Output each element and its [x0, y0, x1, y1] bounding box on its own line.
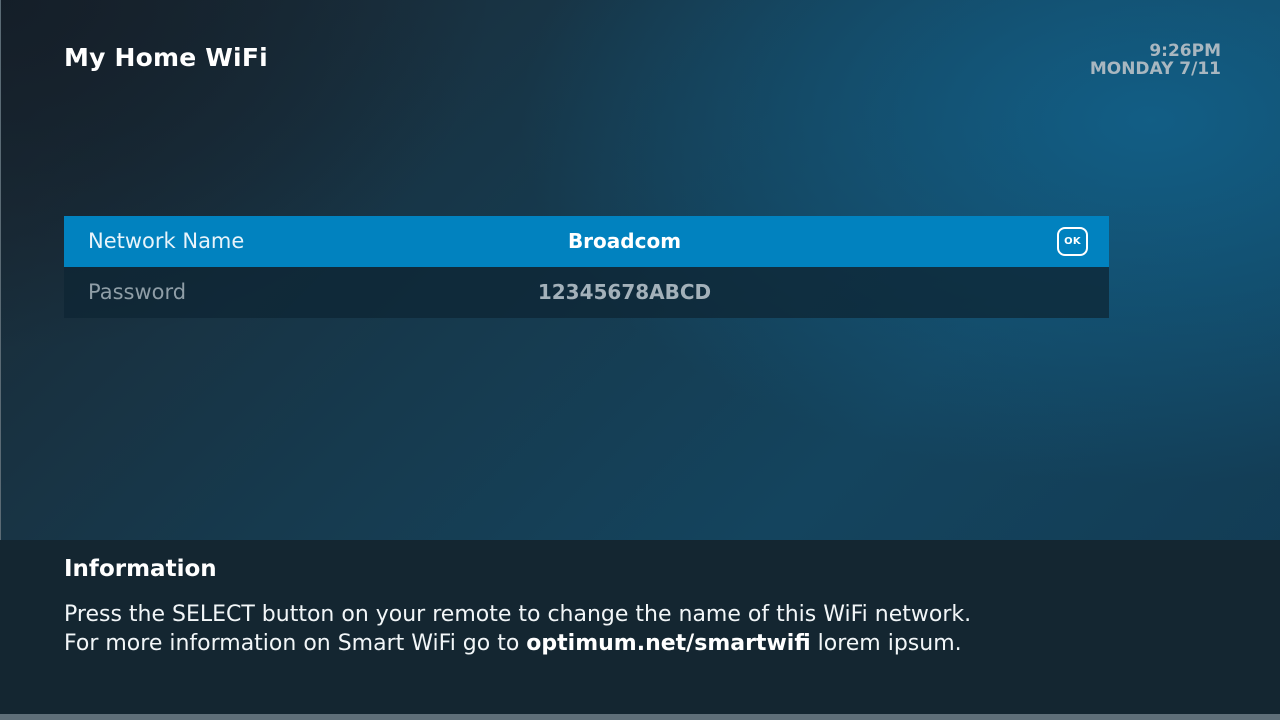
password-label: Password [88, 280, 187, 304]
wifi-settings-list: Network Name Broadcom OK Password 123456… [64, 216, 1109, 318]
clock-time: 9:26PM [1149, 41, 1221, 61]
smartwifi-link[interactable]: optimum.net/smartwifi [526, 631, 810, 656]
information-line-1: Press the SELECT button on your remote t… [64, 602, 972, 627]
clock: 9:26PM MONDAY 7/11 [1090, 42, 1221, 78]
information-title: Information [64, 556, 217, 582]
network-name-row[interactable]: Network Name Broadcom OK [64, 216, 1109, 267]
information-line-2-prefix: For more information on Smart WiFi go to [64, 631, 527, 656]
page-title: My Home WiFi [64, 43, 268, 72]
network-name-label: Network Name [88, 229, 245, 253]
bottom-bar [0, 714, 1280, 720]
network-name-value: Broadcom [567, 229, 682, 253]
information-panel: Information Press the SELECT button on y… [0, 540, 1280, 715]
information-text: Press the SELECT button on your remote t… [64, 600, 971, 658]
information-line-2-suffix: lorem ipsum. [810, 631, 962, 656]
password-row[interactable]: Password 12345678ABCD [64, 267, 1109, 318]
ok-button-icon[interactable]: OK [1057, 227, 1088, 256]
password-value: 12345678ABCD [537, 280, 712, 304]
information-line-2: For more information on Smart WiFi go to… [64, 629, 971, 658]
clock-date: MONDAY 7/11 [1089, 59, 1221, 79]
